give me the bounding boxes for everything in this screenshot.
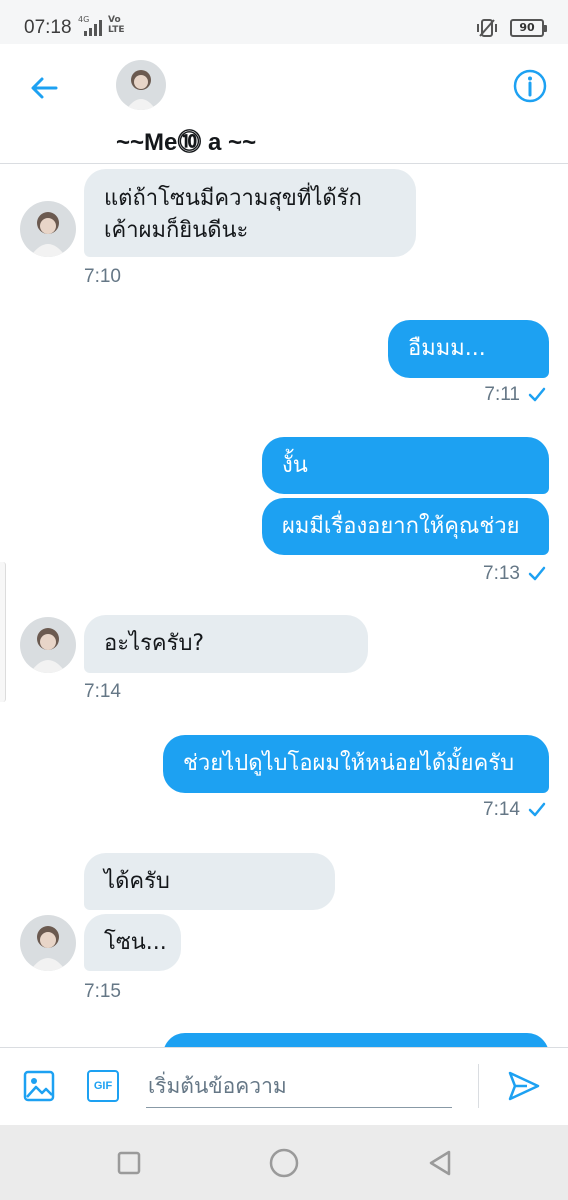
status-bar: 07:18 4G Vo LTE 90 — [0, 0, 568, 44]
home-button[interactable] — [268, 1147, 300, 1179]
sender-avatar[interactable] — [20, 617, 76, 673]
recent-apps-button[interactable] — [113, 1147, 145, 1179]
arrow-left-icon — [31, 77, 58, 99]
triangle-back-icon — [429, 1150, 451, 1176]
message-timestamp: 7:10 — [84, 266, 121, 287]
message-timestamp: 7:14 — [84, 681, 121, 702]
message-timestamp: 7:11 — [484, 384, 520, 405]
volte-label: Vo LTE — [108, 15, 125, 35]
message-status: 7:13 — [483, 563, 546, 585]
gif-icon: GIF — [87, 1070, 119, 1102]
avatar-image — [20, 201, 76, 257]
message-bubble-outgoing[interactable]: ช่วยไปดูไบโอผมให้หน่อยได้มั้ยครับ — [163, 735, 549, 793]
back-nav-button[interactable] — [424, 1147, 456, 1179]
message-timestamp: 7:14 — [483, 799, 520, 820]
message-input[interactable] — [146, 1064, 452, 1108]
message-bubble-incoming[interactable]: โซน... — [84, 914, 181, 971]
message-timestamp: 7:15 — [84, 981, 121, 1002]
conversation-header: ~~Me⓾ a ~~ — [0, 44, 568, 164]
message-composer: GIF — [0, 1047, 568, 1125]
back-button[interactable] — [24, 68, 64, 108]
message-bubble-outgoing-partial[interactable] — [163, 1033, 549, 1047]
message-status: 7:11 — [484, 384, 546, 406]
vibrate-icon — [477, 19, 497, 37]
message-bubble-outgoing[interactable]: ผมมีเรื่องอยากให้คุณช่วย — [262, 498, 549, 555]
message-bubble-incoming[interactable]: อะไรครับ? — [84, 615, 368, 673]
header-avatar[interactable] — [116, 60, 166, 110]
send-icon — [508, 1071, 540, 1101]
info-button[interactable] — [510, 66, 550, 106]
add-image-button[interactable] — [21, 1068, 57, 1104]
status-right: 90 — [476, 17, 547, 39]
message-bubble-outgoing[interactable]: อืมมม... — [388, 320, 549, 378]
send-button[interactable] — [506, 1068, 542, 1104]
message-bubble-outgoing[interactable]: งั้น — [262, 437, 549, 494]
system-navigation-bar — [0, 1125, 568, 1200]
check-icon — [528, 802, 546, 817]
avatar-image — [116, 60, 166, 110]
avatar-image — [20, 617, 76, 673]
check-icon — [528, 566, 546, 581]
edge-handle[interactable] — [0, 562, 6, 702]
sender-avatar[interactable] — [20, 201, 76, 257]
image-icon — [23, 1070, 55, 1102]
square-icon — [117, 1151, 141, 1175]
avatar-image — [20, 915, 76, 971]
sender-avatar[interactable] — [20, 915, 76, 971]
network-indicator: 4G Vo LTE — [78, 15, 130, 37]
check-icon — [528, 387, 546, 402]
message-bubble-incoming[interactable]: ได้ครับ — [84, 853, 335, 910]
message-status: 7:14 — [483, 799, 546, 821]
message-list[interactable]: แต่ถ้าโซนมีความสุขที่ได้รัก เค้าผมก็ยินด… — [0, 165, 568, 1047]
contact-name: ~~Me⓾ a ~~ — [116, 129, 257, 156]
status-time: 07:18 — [24, 17, 72, 38]
composer-divider — [478, 1064, 479, 1108]
message-bubble-incoming[interactable]: แต่ถ้าโซนมีความสุขที่ได้รัก เค้าผมก็ยินด… — [84, 169, 416, 257]
circle-icon — [269, 1148, 299, 1178]
battery-indicator: 90 — [510, 19, 547, 37]
add-gif-button[interactable]: GIF — [85, 1068, 121, 1104]
info-icon — [513, 69, 547, 103]
signal-icon — [84, 20, 102, 36]
message-timestamp: 7:13 — [483, 563, 520, 584]
